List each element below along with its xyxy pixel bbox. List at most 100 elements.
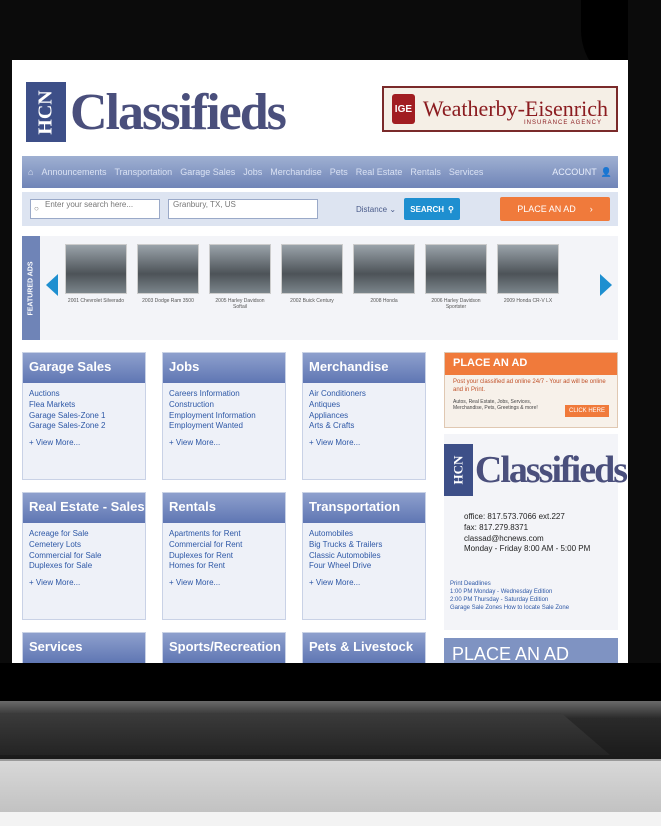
category-link[interactable]: Arts & Crafts — [309, 421, 419, 432]
view-more-link[interactable]: + View More... — [29, 578, 80, 587]
account-link[interactable]: ACCOUNT 👤 — [552, 167, 612, 178]
nav-item-transportation[interactable]: Transportation — [114, 167, 172, 177]
category-card-services: Services — [22, 632, 146, 663]
category-link[interactable]: Cemetery Lots — [29, 540, 139, 551]
site-logo[interactable]: HCN Classifieds — [26, 82, 287, 142]
category-title[interactable]: Garage Sales — [23, 353, 145, 383]
category-title[interactable]: Rentals — [163, 493, 285, 523]
category-title[interactable]: Real Estate - Sales — [23, 493, 145, 523]
category-link[interactable]: Duplexes for Sale — [29, 561, 139, 572]
featured-caption: 2006 Harley Davidson Sportster — [431, 298, 481, 310]
category-card-pets: Pets & Livestock — [302, 632, 426, 663]
sidebar-place-ad-title[interactable]: PLACE AN AD — [445, 353, 617, 375]
category-link[interactable]: Homes for Rent — [169, 561, 279, 572]
nav-item-garage-sales[interactable]: Garage Sales — [180, 167, 235, 177]
category-title[interactable]: Pets & Livestock — [303, 633, 425, 663]
deadline-title: Print Deadlines — [450, 581, 491, 587]
category-link[interactable]: Commercial for Rent — [169, 540, 279, 551]
deadline-line: 2:00 PM Thursday - Saturday Edition — [450, 597, 549, 604]
place-ad-label: PLACE AN AD — [517, 204, 576, 214]
category-link[interactable]: Air Conditioners — [309, 389, 419, 400]
view-more-link[interactable]: + View More... — [169, 438, 220, 447]
category-link[interactable]: Auctions — [29, 389, 139, 400]
location-input[interactable]: Granbury, TX, US — [168, 199, 318, 219]
category-link[interactable]: Construction — [169, 400, 279, 411]
featured-ads-label: FEATURED ADS — [27, 260, 35, 316]
category-title[interactable]: Merchandise — [303, 353, 425, 383]
carousel-next-icon[interactable] — [600, 274, 612, 296]
category-title[interactable]: Sports/Recreation — [163, 633, 285, 663]
sidebar-logo-text: Classifieds — [474, 449, 628, 491]
place-ad-button[interactable]: PLACE AN AD › — [500, 197, 610, 221]
search-button[interactable]: SEARCH ⚲ — [404, 198, 461, 220]
featured-item[interactable]: 2001 Chevrolet Silverado — [64, 244, 128, 310]
nav-item-jobs[interactable]: Jobs — [243, 167, 262, 177]
bezel-left — [0, 0, 12, 690]
featured-photo — [497, 244, 559, 294]
distance-select[interactable]: Distance ⌄ — [356, 205, 396, 214]
search-input[interactable]: ○ Enter your search here... — [30, 199, 160, 219]
sponsor-name: Weatherby-Eisenrich — [422, 96, 608, 121]
search-placeholder: Enter your search here... — [45, 200, 134, 209]
nav-home-icon[interactable]: ⌂ — [28, 167, 33, 177]
category-link[interactable]: Classic Automobiles — [309, 551, 419, 562]
category-link[interactable]: Acreage for Sale — [29, 529, 139, 540]
garage-sale-zones-link[interactable]: Garage Sale Zones How to locate Sale Zon… — [450, 604, 569, 612]
category-link[interactable]: Appliances — [309, 411, 419, 422]
nav-item-pets[interactable]: Pets — [330, 167, 348, 177]
category-link[interactable]: Employment Wanted — [169, 421, 279, 432]
featured-photo — [137, 244, 199, 294]
user-icon: 👤 — [600, 166, 612, 177]
sidebar-place-ad-bottom[interactable]: PLACE AN AD — [444, 638, 618, 663]
bezel-right — [628, 0, 661, 690]
nav-item-services[interactable]: Services — [449, 167, 484, 177]
search-icon: ⚲ — [448, 204, 454, 214]
account-label: ACCOUNT — [552, 167, 597, 177]
bezel-bottom — [0, 663, 661, 701]
category-title[interactable]: Services — [23, 633, 145, 663]
carousel-prev-icon[interactable] — [46, 274, 58, 296]
category-link[interactable]: Apartments for Rent — [169, 529, 279, 540]
category-card-garage-sales: Garage Sales Auctions Flea Markets Garag… — [22, 352, 146, 480]
nav-item-merchandise[interactable]: Merchandise — [270, 167, 322, 177]
chevron-right-icon: › — [589, 204, 593, 214]
category-title[interactable]: Transportation — [303, 493, 425, 523]
click-here-button[interactable]: CLICK HERE — [565, 405, 609, 417]
category-link[interactable]: Flea Markets — [29, 400, 139, 411]
featured-ads: FEATURED ADS 2001 Chevrolet Silverado 20… — [22, 236, 618, 340]
featured-item[interactable]: 2005 Harley Davidson Softail — [208, 244, 272, 310]
featured-item[interactable]: 2002 Buick Century — [280, 244, 344, 310]
category-link[interactable]: Big Trucks & Trailers — [309, 540, 419, 551]
view-more-link[interactable]: + View More... — [169, 578, 220, 587]
view-more-link[interactable]: + View More... — [29, 438, 80, 447]
category-link[interactable]: Duplexes for Rent — [169, 551, 279, 562]
sidebar-place-ad: PLACE AN AD Post your classified ad onli… — [444, 352, 618, 428]
view-more-link[interactable]: + View More... — [309, 438, 360, 447]
featured-item[interactable]: 2008 Honda — [352, 244, 416, 310]
featured-caption: 2002 Buick Century — [290, 298, 334, 304]
sponsor-banner[interactable]: IGE Weatherby-Eisenrich INSURANCE AGENCY — [382, 86, 618, 132]
category-link[interactable]: Automobiles — [309, 529, 419, 540]
category-link[interactable]: Garage Sales-Zone 2 — [29, 421, 139, 432]
nav-item-rentals[interactable]: Rentals — [410, 167, 441, 177]
featured-item[interactable]: 2009 Honda CR-V LX — [496, 244, 560, 310]
nav-item-announcements[interactable]: Announcements — [41, 167, 106, 177]
category-link[interactable]: Employment Information — [169, 411, 279, 422]
logo-mark-text: HCN — [34, 89, 57, 135]
category-link[interactable]: Four Wheel Drive — [309, 561, 419, 572]
category-title[interactable]: Jobs — [163, 353, 285, 383]
site-header: HCN Classifieds IGE Weatherby-Eisenrich … — [22, 74, 618, 154]
category-link[interactable]: Commercial for Sale — [29, 551, 139, 562]
category-link[interactable]: Careers Information — [169, 389, 279, 400]
category-link[interactable]: Antiques — [309, 400, 419, 411]
sidebar-logo: HCN Classifieds — [444, 440, 628, 500]
contact-email[interactable]: classad@hcnews.com — [464, 534, 590, 545]
nav-item-real-estate[interactable]: Real Estate — [356, 167, 403, 177]
view-more-link[interactable]: + View More... — [309, 578, 360, 587]
featured-item[interactable]: 2003 Dodge Ram 3500 — [136, 244, 200, 310]
featured-caption: 2008 Honda — [370, 298, 398, 304]
category-link[interactable]: Garage Sales-Zone 1 — [29, 411, 139, 422]
featured-item[interactable]: 2006 Harley Davidson Sportster — [424, 244, 488, 310]
featured-photo — [209, 244, 271, 294]
category-card-merchandise: Merchandise Air Conditioners Antiques Ap… — [302, 352, 426, 480]
